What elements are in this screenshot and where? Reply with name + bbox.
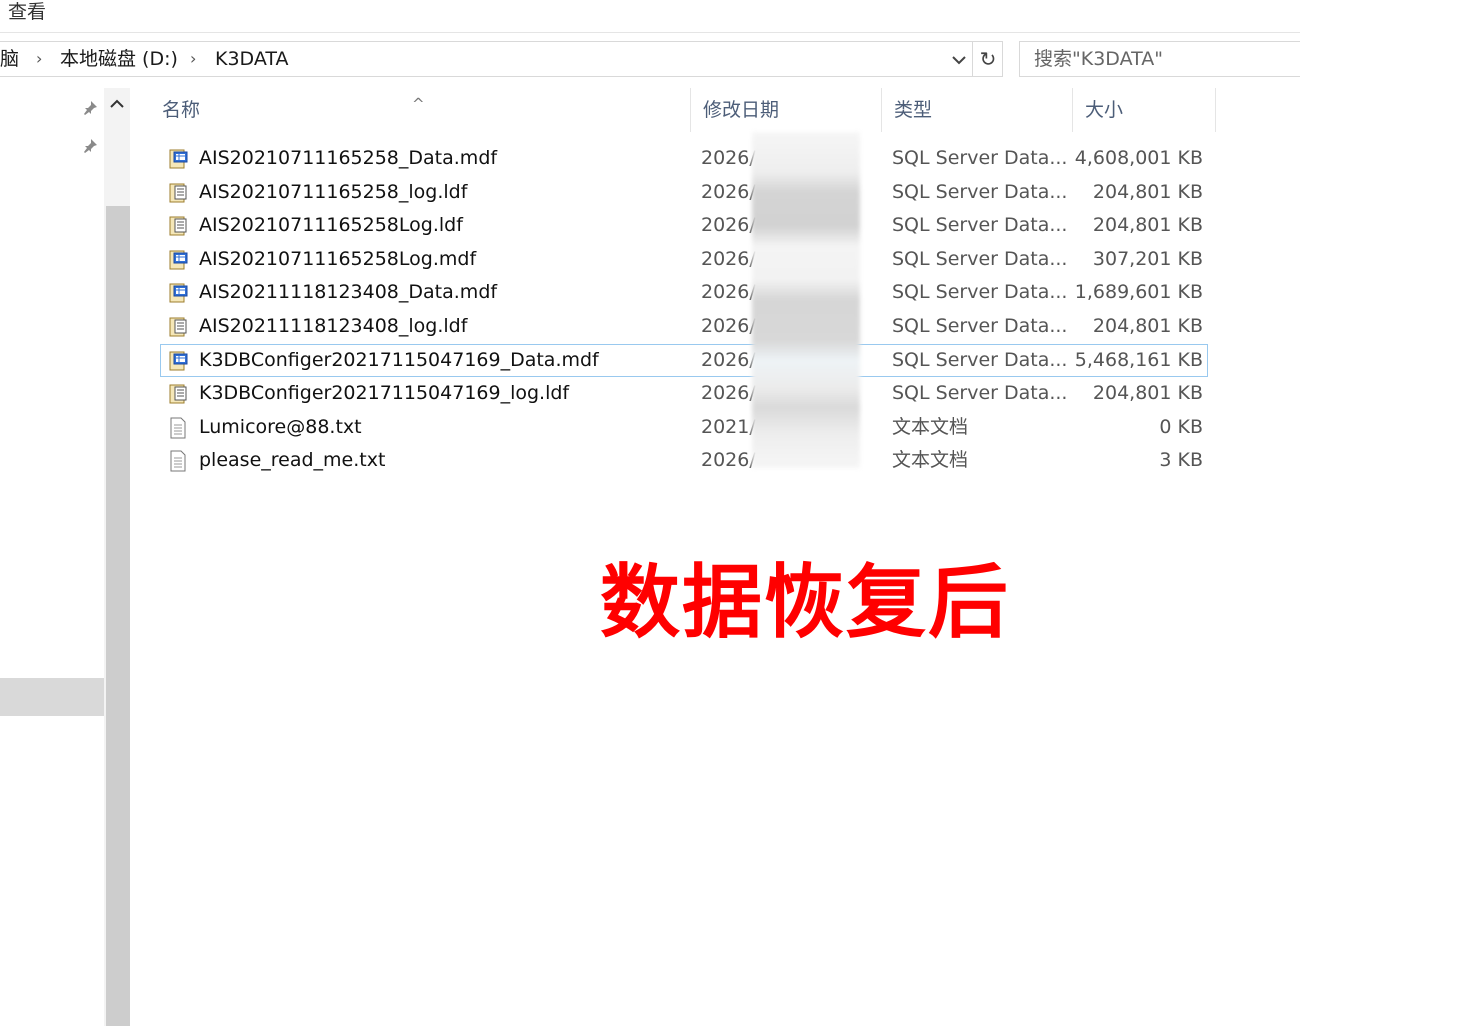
- overlay-caption: 数据恢复后: [600, 555, 1010, 649]
- column-header-date[interactable]: 修改日期: [691, 88, 882, 132]
- breadcrumb-k3data[interactable]: K3DATA: [215, 42, 289, 76]
- file-date: 2026/: [701, 214, 756, 237]
- file-name: AIS20210711165258_Data.mdf: [199, 147, 498, 169]
- column-header-date-label: 修改日期: [703, 99, 780, 121]
- column-header-type[interactable]: 类型: [882, 88, 1073, 132]
- pin-icon[interactable]: [80, 138, 100, 158]
- text-file-icon: [167, 450, 189, 472]
- address-bar[interactable]: 脑 › 本地磁盘 (D:) › K3DATA ↻: [0, 41, 1003, 77]
- column-header-size[interactable]: 大小: [1073, 88, 1216, 132]
- scroll-up-icon[interactable]: [104, 92, 130, 116]
- search-input[interactable]: 搜索"K3DATA": [1019, 41, 1300, 77]
- ldf-file-icon: [167, 215, 189, 237]
- file-name: AIS20211118123408_Data.mdf: [199, 281, 498, 304]
- scroll-thumb[interactable]: [106, 206, 130, 1026]
- file-size: 204,801 KB: [1092, 382, 1203, 405]
- ldf-file-icon: [167, 383, 189, 405]
- file-date: 2026/: [701, 180, 756, 203]
- file-size: 0 KB: [1159, 415, 1203, 438]
- ribbon: 查看: [0, 0, 1300, 33]
- file-type: SQL Server Data...: [892, 348, 1068, 371]
- file-row[interactable]: AIS20211118123408_Data.mdf 2026/SQL Serve…: [160, 276, 1208, 309]
- redacted-date-area: [752, 132, 860, 468]
- column-header-size-label: 大小: [1085, 99, 1124, 121]
- file-size: 204,801 KB: [1092, 315, 1203, 337]
- file-row[interactable]: Lumicore@88.txt 2021/文本文档 0 KB: [160, 411, 1208, 444]
- file-name: AIS20210711165258Log.ldf: [199, 214, 463, 237]
- file-type: SQL Server Data...: [892, 147, 1068, 169]
- column-header-name-label: 名称: [162, 99, 201, 121]
- column-header-name[interactable]: 名称 ^: [150, 88, 691, 132]
- file-row[interactable]: AIS20210711165258Log.ldf 2026/SQL Server …: [160, 209, 1208, 242]
- breadcrumb-chevron-icon[interactable]: ›: [36, 42, 42, 76]
- file-size: 307,201 KB: [1092, 247, 1203, 270]
- mdf-file-icon: [167, 350, 189, 372]
- refresh-icon[interactable]: ↻: [972, 42, 1003, 76]
- file-size: 3 KB: [1159, 449, 1203, 472]
- file-type: SQL Server Data...: [892, 247, 1068, 270]
- ldf-file-icon: [167, 182, 189, 204]
- file-row[interactable]: AIS20211118123408_log.ldf 2026/SQL Server…: [160, 310, 1208, 343]
- file-type: SQL Server Data...: [892, 180, 1068, 203]
- file-row[interactable]: please_read_me.txt 2026/文本文档 3 KB: [160, 444, 1208, 477]
- file-name: AIS20210711165258Log.mdf: [199, 247, 477, 270]
- file-explorer-window: 查看 脑 › 本地磁盘 (D:) › K3DATA ↻ 搜索"K3DATA" 名…: [0, 0, 1460, 1026]
- file-date: 2026/: [701, 147, 756, 169]
- pin-icon[interactable]: [80, 100, 100, 120]
- nav-scrollbar[interactable]: [104, 88, 130, 1026]
- file-name: AIS20211118123408_log.ldf: [199, 315, 468, 337]
- file-date: 2026/: [701, 348, 756, 371]
- file-size: 204,801 KB: [1092, 214, 1203, 237]
- file-date: 2026/: [701, 315, 756, 337]
- column-header-row: 名称 ^ 修改日期 类型 大小: [150, 88, 1216, 132]
- sort-ascending-icon: ^: [412, 95, 425, 113]
- breadcrumb-local-disk[interactable]: 本地磁盘 (D:): [60, 42, 178, 76]
- file-date: 2026/: [701, 281, 756, 304]
- file-type: 文本文档: [892, 415, 969, 438]
- file-name: K3DBConfiger20217115047169_Data.mdf: [199, 348, 599, 371]
- file-row[interactable]: K3DBConfiger20217115047169_log.ldf 2026/S…: [160, 377, 1208, 410]
- navigation-pane: [0, 88, 104, 1026]
- file-date: 2026/: [701, 382, 756, 405]
- file-size: 5,468,161 KB: [1074, 348, 1203, 371]
- file-row[interactable]: K3DBConfiger20217115047169_Data.mdf 2026/…: [160, 343, 1208, 377]
- ldf-file-icon: [167, 316, 189, 338]
- nav-item-selected[interactable]: [0, 678, 104, 716]
- mdf-file-icon: [167, 148, 189, 170]
- file-size: 204,801 KB: [1092, 180, 1203, 203]
- file-type: SQL Server Data...: [892, 315, 1068, 337]
- file-name: K3DBConfiger20217115047169_log.ldf: [199, 382, 570, 405]
- file-type: SQL Server Data...: [892, 214, 1068, 237]
- file-date: 2021/: [701, 415, 756, 438]
- mdf-file-icon: [167, 249, 189, 271]
- breadcrumb-chevron-icon[interactable]: ›: [190, 42, 196, 76]
- ribbon-tab-view[interactable]: 查看: [8, 0, 46, 24]
- file-row[interactable]: AIS20210711165258_log.ldf 2026/SQL Server…: [160, 176, 1208, 209]
- breadcrumb-computer[interactable]: 脑: [0, 42, 19, 76]
- file-name: please_read_me.txt: [199, 449, 386, 472]
- file-date: 2026/: [701, 247, 756, 270]
- file-date: 2026/: [701, 449, 756, 472]
- text-file-icon: [167, 417, 189, 439]
- file-name: Lumicore@88.txt: [199, 415, 362, 438]
- file-type: 文本文档: [892, 449, 969, 472]
- file-type: SQL Server Data...: [892, 382, 1068, 405]
- chevron-down-icon[interactable]: [946, 42, 972, 76]
- file-row[interactable]: AIS20210711165258_Data.mdf 2026/SQL Serve…: [160, 142, 1208, 175]
- mdf-file-icon: [167, 282, 189, 304]
- file-size: 4,608,001 KB: [1074, 147, 1203, 169]
- file-size: 1,689,601 KB: [1074, 281, 1203, 304]
- file-name: AIS20210711165258_log.ldf: [199, 180, 468, 203]
- column-header-type-label: 类型: [894, 99, 933, 121]
- file-type: SQL Server Data...: [892, 281, 1068, 304]
- file-row[interactable]: AIS20210711165258Log.mdf 2026/SQL Server …: [160, 243, 1208, 276]
